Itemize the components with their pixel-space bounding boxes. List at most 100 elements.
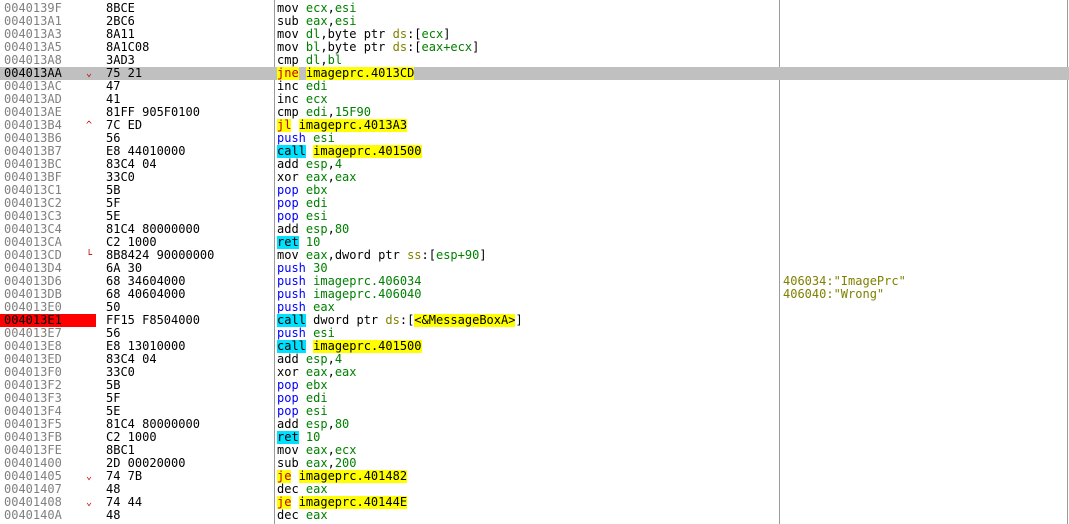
instruction-cell[interactable]: mov bl,byte ptr ds:[eax+ecx] [277, 41, 779, 54]
disasm-row[interactable]: 004013BF 33C0 xor eax,eax [0, 171, 1069, 184]
instruction-cell[interactable]: inc edi [277, 80, 779, 93]
instruction-cell[interactable]: pop esi [277, 405, 779, 418]
disasm-row[interactable]: 004013FB C2 1000 ret 10 [0, 431, 1069, 444]
disasm-row[interactable]: 004013D4 6A 30 push 30 [0, 262, 1069, 275]
disasm-row[interactable]: 004013BC 83C4 04 add esp,4 [0, 158, 1069, 171]
address-cell[interactable]: 004013E1 [0, 314, 96, 327]
instruction-cell[interactable]: call imageprc.401500 [277, 340, 779, 353]
address-cell[interactable]: 004013BF [0, 171, 96, 184]
address-cell[interactable]: 004013B4 [0, 119, 96, 132]
disasm-row[interactable]: 004013AA ⌄ 75 21 jne imageprc.4013CD [0, 67, 1069, 80]
instruction-cell[interactable]: pop edi [277, 197, 779, 210]
disasm-row[interactable]: 004013B6 56 push esi [0, 132, 1069, 145]
address-cell[interactable]: 00401407 [0, 483, 96, 496]
address-cell[interactable]: 004013F0 [0, 366, 96, 379]
instruction-cell[interactable]: jne imageprc.4013CD [277, 67, 779, 80]
disasm-row[interactable]: 00401408 ⌄ 74 44 je imageprc.40144E [0, 496, 1069, 509]
instruction-cell[interactable]: inc ecx [277, 93, 779, 106]
address-cell[interactable]: 0040139F [0, 2, 96, 15]
disasm-row[interactable]: 004013AD 41 inc ecx [0, 93, 1069, 106]
address-cell[interactable]: 004013DB [0, 288, 96, 301]
address-cell[interactable]: 004013F5 [0, 418, 96, 431]
instruction-cell[interactable]: xor eax,eax [277, 366, 779, 379]
disasm-row[interactable]: 004013ED 83C4 04 add esp,4 [0, 353, 1069, 366]
instruction-cell[interactable]: cmp edi,15F90 [277, 106, 779, 119]
address-cell[interactable]: 004013AD [0, 93, 96, 106]
address-cell[interactable]: 004013F3 [0, 392, 96, 405]
address-cell[interactable]: 004013D4 [0, 262, 96, 275]
address-cell[interactable]: 004013C3 [0, 210, 96, 223]
instruction-cell[interactable]: add esp,4 [277, 158, 779, 171]
instruction-cell[interactable]: call dword ptr ds:[<&MessageBoxA>] [277, 314, 779, 327]
address-cell[interactable]: 004013BC [0, 158, 96, 171]
disassembly-view[interactable]: 0040139F 8BCE mov ecx,esi 004013A1 2BC6 sub e… [0, 0, 1069, 524]
address-cell[interactable]: 004013F2 [0, 379, 96, 392]
instruction-cell[interactable]: push esi [277, 327, 779, 340]
address-cell[interactable]: 004013FB [0, 431, 96, 444]
instruction-cell[interactable]: je imageprc.40144E [277, 496, 779, 509]
disasm-row[interactable]: 004013E8 E8 13010000 call imageprc.401500 [0, 340, 1069, 353]
disasm-row[interactable]: 004013F3 5F pop edi [0, 392, 1069, 405]
address-cell[interactable]: 004013CA [0, 236, 96, 249]
disasm-row[interactable]: 0040139F 8BCE mov ecx,esi [0, 2, 1069, 15]
instruction-cell[interactable]: push imageprc.406040 [277, 288, 779, 301]
instruction-cell[interactable]: pop ebx [277, 379, 779, 392]
instruction-cell[interactable]: sub eax,esi [277, 15, 779, 28]
instruction-cell[interactable]: mov dl,byte ptr ds:[ecx] [277, 28, 779, 41]
disasm-row[interactable]: 00401405 ⌄ 74 7B je imageprc.401482 [0, 470, 1069, 483]
address-cell[interactable]: 00401408 [0, 496, 96, 509]
disasm-row[interactable]: 004013F2 5B pop ebx [0, 379, 1069, 392]
instruction-cell[interactable]: ret 10 [277, 236, 779, 249]
disasm-row[interactable]: 004013F4 5E pop esi [0, 405, 1069, 418]
instruction-cell[interactable]: mov ecx,esi [277, 2, 779, 15]
disasm-row[interactable]: 004013C2 5F pop edi [0, 197, 1069, 210]
address-cell[interactable]: 004013C4 [0, 223, 96, 236]
instruction-cell[interactable]: xor eax,eax [277, 171, 779, 184]
disasm-row[interactable]: 004013CD └ 8B8424 90000000 mov eax,dword pt… [0, 249, 1069, 262]
address-cell[interactable]: 004013AA [0, 67, 96, 80]
instruction-cell[interactable]: pop esi [277, 210, 779, 223]
address-cell[interactable]: 004013B6 [0, 132, 96, 145]
disasm-row[interactable]: 004013C1 5B pop ebx [0, 184, 1069, 197]
address-cell[interactable]: 004013E7 [0, 327, 96, 340]
instruction-cell[interactable]: push 30 [277, 262, 779, 275]
address-cell[interactable]: 004013CD [0, 249, 96, 262]
address-cell[interactable]: 004013D6 [0, 275, 96, 288]
disasm-row[interactable]: 004013F0 33C0 xor eax,eax [0, 366, 1069, 379]
address-cell[interactable]: 00401400 [0, 457, 96, 470]
disasm-row[interactable]: 0040140A 48 dec eax [0, 509, 1069, 522]
instruction-cell[interactable]: sub eax,200 [277, 457, 779, 470]
disasm-row[interactable]: 004013B4 ^ 7C ED jl imageprc.4013A3 [0, 119, 1069, 132]
instruction-cell[interactable]: add esp,80 [277, 418, 779, 431]
instruction-cell[interactable]: push esi [277, 132, 779, 145]
instruction-cell[interactable]: push imageprc.406034 [277, 275, 779, 288]
disasm-row[interactable]: 004013AC 47 inc edi [0, 80, 1069, 93]
disasm-row[interactable]: 004013E0 50 push eax [0, 301, 1069, 314]
address-cell[interactable]: 004013A5 [0, 41, 96, 54]
address-cell[interactable]: 004013A1 [0, 15, 96, 28]
instruction-cell[interactable]: ret 10 [277, 431, 779, 444]
address-cell[interactable]: 004013AE [0, 106, 96, 119]
disasm-row[interactable]: 004013DB 68 40604000 push imageprc.406040 4… [0, 288, 1069, 301]
disasm-row[interactable]: 004013A8 3AD3 cmp dl,bl [0, 54, 1069, 67]
disasm-row[interactable]: 004013D6 68 34604000 push imageprc.406034 4… [0, 275, 1069, 288]
instruction-cell[interactable]: add esp,80 [277, 223, 779, 236]
disasm-row[interactable]: 00401400 2D 00020000 sub eax,200 [0, 457, 1069, 470]
instruction-cell[interactable]: pop edi [277, 392, 779, 405]
disasm-row[interactable]: 004013C4 81C4 80000000 add esp,80 [0, 223, 1069, 236]
disasm-row[interactable]: 004013F5 81C4 80000000 add esp,80 [0, 418, 1069, 431]
instruction-cell[interactable]: jl imageprc.4013A3 [277, 119, 779, 132]
instruction-cell[interactable]: add esp,4 [277, 353, 779, 366]
instruction-cell[interactable]: mov eax,dword ptr ss:[esp+90] [277, 249, 779, 262]
instruction-cell[interactable]: mov eax,ecx [277, 444, 779, 457]
instruction-cell[interactable]: dec eax [277, 483, 779, 496]
instruction-cell[interactable]: call imageprc.401500 [277, 145, 779, 158]
address-cell[interactable]: 004013FE [0, 444, 96, 457]
instruction-cell[interactable]: cmp dl,bl [277, 54, 779, 67]
address-cell[interactable]: 004013A8 [0, 54, 96, 67]
address-cell[interactable]: 004013F4 [0, 405, 96, 418]
disasm-row[interactable]: 004013AE 81FF 905F0100 cmp edi,15F90 [0, 106, 1069, 119]
address-cell[interactable]: 004013ED [0, 353, 96, 366]
address-cell[interactable]: 004013A3 [0, 28, 96, 41]
disasm-row[interactable]: 004013A5 8A1C08 mov bl,byte ptr ds:[eax+ec… [0, 41, 1069, 54]
